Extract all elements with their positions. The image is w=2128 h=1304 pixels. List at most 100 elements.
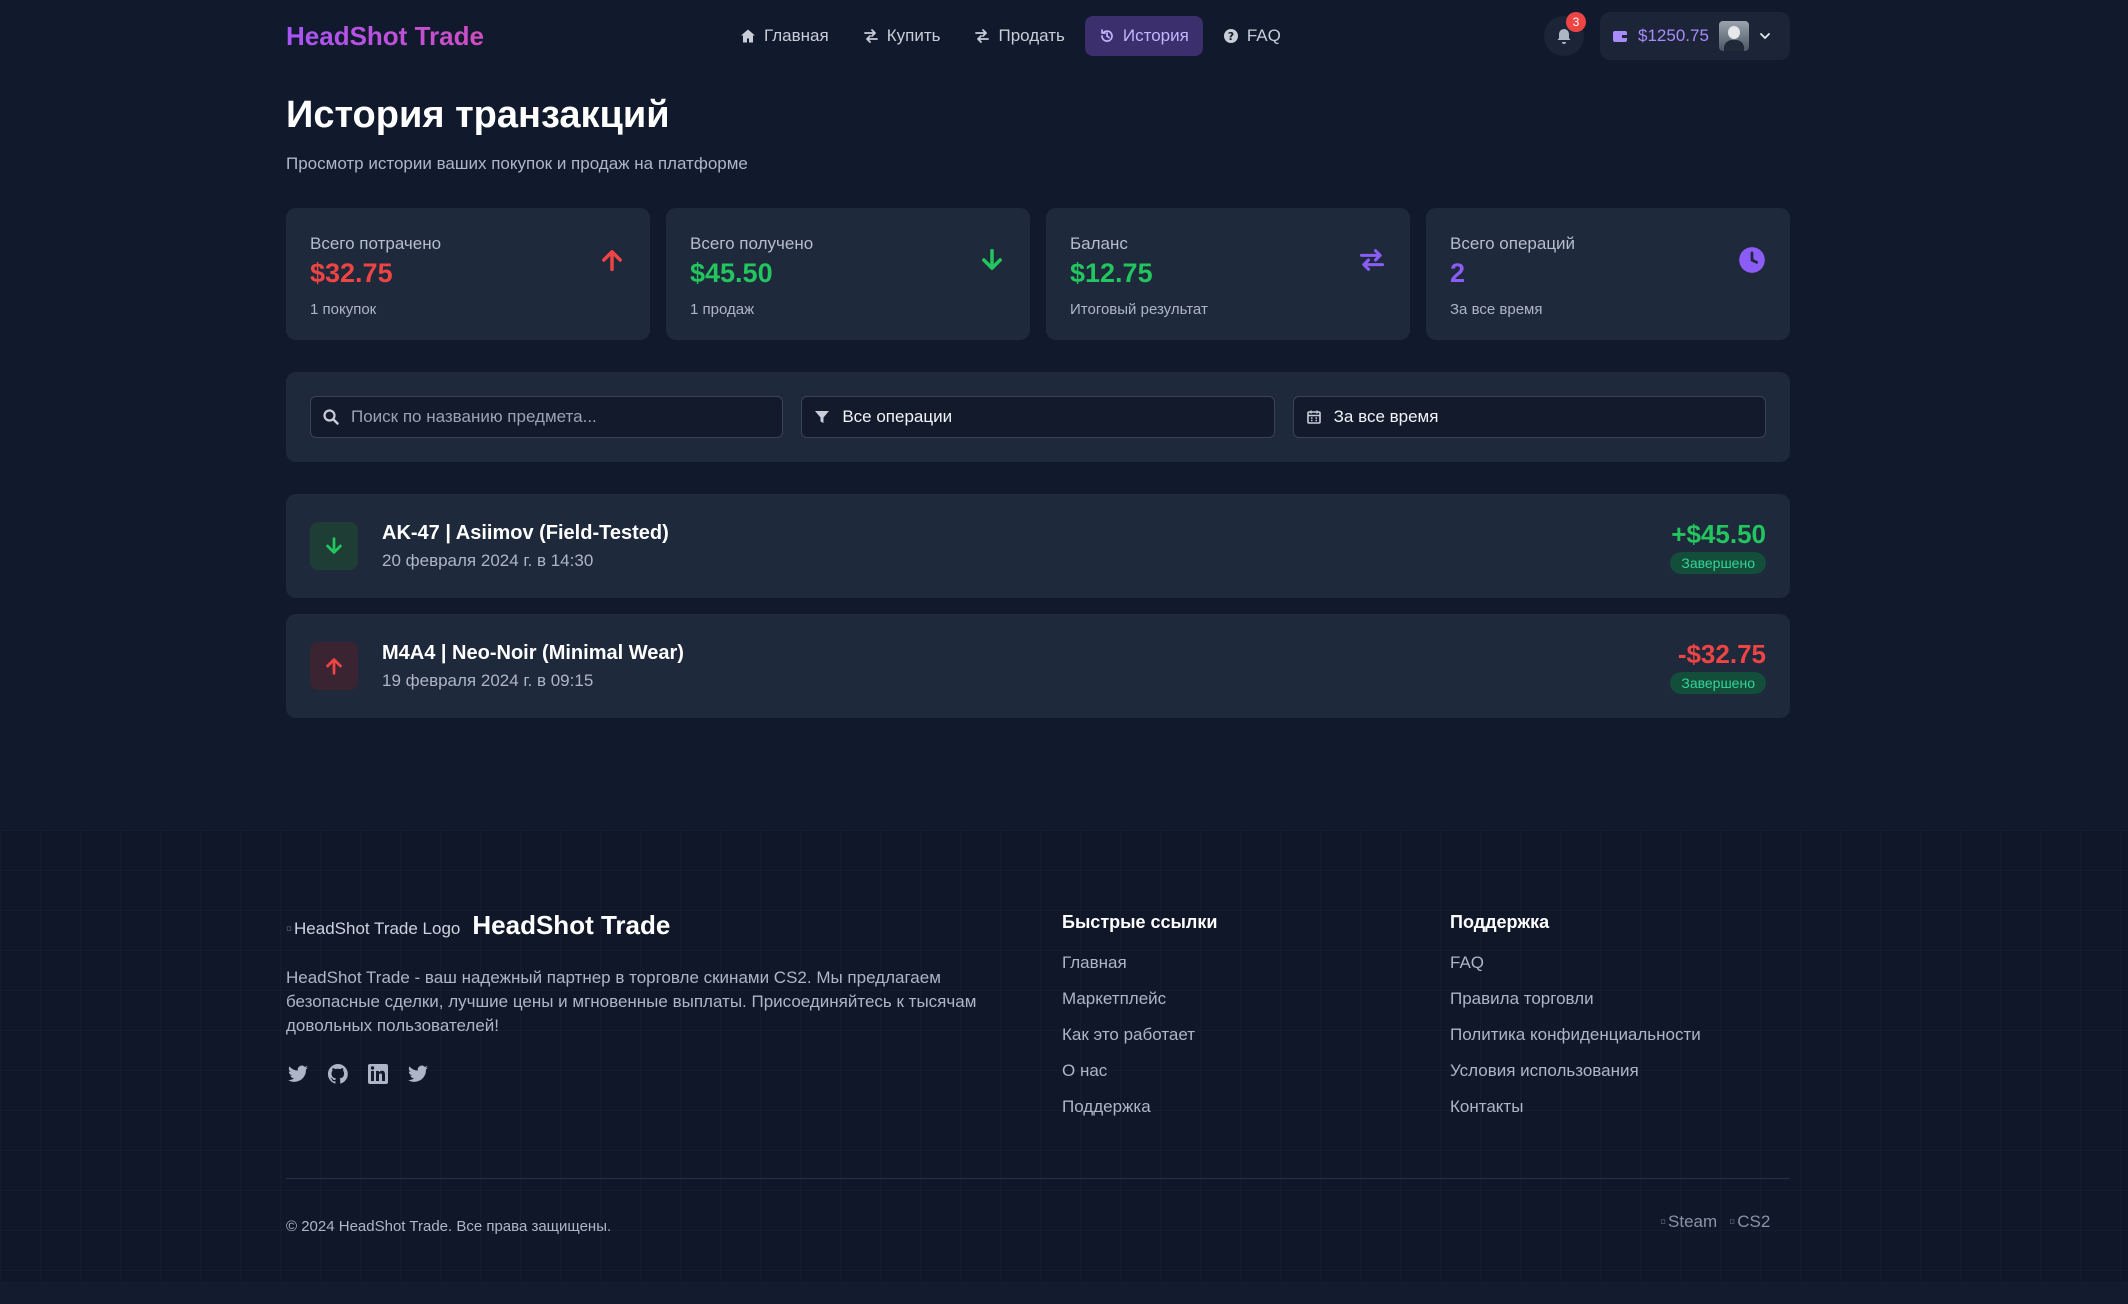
operation-type-select[interactable]: Все операции (801, 396, 1275, 438)
stat-value: $12.75 (1070, 258, 1153, 288)
clock-icon (1739, 247, 1765, 273)
stat-sub: 1 продаж (690, 301, 755, 318)
stat-card-operations: Всего операций 2 За все время (1426, 208, 1790, 340)
stat-sub: За все время (1450, 301, 1543, 318)
operation-type-value: Все операции (842, 407, 953, 426)
footer-link-home[interactable]: Главная (1062, 953, 1217, 989)
stat-label: Всего получено (690, 234, 814, 253)
search-input[interactable]: Поиск по названию предмета... (310, 396, 784, 438)
footer-link-how-it-works[interactable]: Как это работает (1062, 1025, 1217, 1061)
wallet-balance: $1250.75 (1638, 26, 1709, 45)
stat-value: $45.50 (690, 258, 773, 288)
exchange-icon (975, 29, 990, 43)
github-icon[interactable] (326, 1062, 350, 1086)
transaction-date: 19 февраля 2024 г. в 09:15 (382, 670, 594, 690)
period-select[interactable]: За все время (1292, 396, 1766, 438)
stat-card-received: Всего получено $45.50 1 продаж (666, 208, 1030, 340)
item-name: M4A4 | Neo-Noir (Minimal Wear) (382, 641, 684, 664)
twitter-icon[interactable] (286, 1062, 310, 1086)
footer-link-faq[interactable]: FAQ (1450, 953, 1701, 989)
nav-faq-label: FAQ (1246, 26, 1281, 45)
nav-faq[interactable]: ? FAQ (1209, 16, 1295, 56)
partner-logos: Steam CS2 (1660, 1212, 1770, 1232)
linkedin-icon[interactable] (366, 1062, 390, 1086)
period-value: За все время (1333, 407, 1439, 426)
history-icon (1101, 29, 1113, 42)
page-subtitle: Просмотр истории ваших покупок и продаж … (286, 154, 748, 173)
footer-link-marketplace[interactable]: Маркетплейс (1062, 989, 1217, 1025)
footer-logo-image: HeadShot Trade Logo (286, 919, 460, 939)
user-avatar[interactable] (1718, 21, 1749, 51)
transaction-info: AK-47 | Asiimov (Field-Tested) 20 феврал… (382, 522, 669, 571)
stat-card-spent: Всего потрачено $32.75 1 покупок (286, 208, 650, 340)
nav-buy[interactable]: Купить (849, 16, 955, 56)
wallet-icon (1613, 31, 1627, 42)
arrow-up-icon (602, 250, 622, 272)
purchase-indicator (310, 642, 358, 690)
calendar-icon (1306, 410, 1321, 424)
footer-link-privacy[interactable]: Политика конфиденциальности (1450, 1025, 1701, 1061)
transaction-amount: +$45.50 (1671, 518, 1766, 549)
quick-links-title: Быстрые ссылки (1062, 912, 1218, 932)
social-links (286, 1062, 430, 1086)
stat-value: $32.75 (310, 258, 393, 288)
arrow-up-icon (326, 658, 342, 675)
transaction-date: 20 февраля 2024 г. в 14:30 (382, 550, 594, 570)
footer-brand-name: HeadShot Trade (472, 910, 671, 940)
chevron-down-icon[interactable] (1759, 30, 1771, 42)
footer-brand: HeadShot Trade Logo HeadShot Trade (286, 910, 670, 941)
nav-buy-label: Купить (886, 26, 941, 45)
main-nav: Главная Купить Продать История ? FAQ (726, 16, 1295, 56)
svg-text:?: ? (1228, 30, 1234, 43)
top-navbar: HeadShot Trade Главная Купить Продать Ис… (286, 0, 1790, 72)
nav-sell-label: Продать (998, 26, 1065, 45)
stat-sub: Итоговый результат (1070, 301, 1208, 318)
transaction-summary: -$32.75 Завершено (1670, 639, 1766, 694)
sale-indicator (310, 522, 358, 570)
nav-home-label: Главная (764, 26, 829, 45)
nav-history[interactable]: История (1084, 16, 1203, 56)
exchange-icon (863, 29, 878, 43)
stats-row: Всего потрачено $32.75 1 покупок Всего п… (286, 208, 1790, 340)
arrow-down-icon (326, 537, 342, 554)
home-icon (741, 29, 755, 43)
transaction-row[interactable]: M4A4 | Neo-Noir (Minimal Wear) 19 феврал… (286, 614, 1790, 718)
transaction-summary: +$45.50 Завершено (1670, 519, 1766, 574)
stat-label: Всего операций (1450, 234, 1576, 253)
wallet-dropdown[interactable]: $1250.75 (1600, 12, 1790, 60)
transaction-row[interactable]: AK-47 | Asiimov (Field-Tested) 20 феврал… (286, 494, 1790, 598)
footer-link-terms[interactable]: Условия использования (1450, 1061, 1701, 1097)
twitter-icon[interactable] (406, 1062, 430, 1086)
support-title: Поддержка (1450, 912, 1550, 932)
nav-history-label: История (1122, 26, 1189, 45)
nav-home[interactable]: Главная (726, 16, 843, 56)
notification-count-badge: 3 (1566, 12, 1586, 32)
footer-link-support[interactable]: Поддержка (1062, 1097, 1217, 1133)
stat-label: Всего потрачено (310, 234, 442, 253)
exchange-icon (1359, 249, 1385, 271)
notifications-button[interactable]: 3 (1544, 12, 1586, 56)
page-title: История транзакций (286, 94, 670, 136)
footer-description: HeadShot Trade - ваш надежный партнер в … (286, 968, 977, 1035)
status-badge: Завершено (1670, 671, 1766, 694)
footer-link-contacts[interactable]: Контакты (1450, 1097, 1701, 1133)
footer-link-about[interactable]: О нас (1062, 1061, 1217, 1097)
status-badge: Завершено (1670, 551, 1766, 574)
item-name: AK-47 | Asiimov (Field-Tested) (382, 521, 669, 544)
filter-icon (815, 411, 830, 423)
footer-bottom-strip (0, 1282, 2128, 1304)
stat-sub: 1 покупок (310, 301, 377, 318)
search-placeholder: Поиск по названию предмета... (351, 407, 597, 426)
stat-label: Баланс (1070, 234, 1128, 253)
steam-logo: Steam (1660, 1212, 1717, 1232)
stat-value: 2 (1450, 258, 1466, 288)
brand-logo[interactable]: HeadShot Trade (286, 21, 626, 52)
arrow-down-icon (982, 248, 1002, 270)
footer-link-trading-rules[interactable]: Правила торговли (1450, 989, 1701, 1025)
question-circle-icon: ? (1223, 29, 1238, 43)
transaction-info: M4A4 | Neo-Noir (Minimal Wear) 19 феврал… (382, 642, 684, 691)
quick-links-column: Быстрые ссылки Главная Маркетплейс Как э… (1062, 912, 1217, 1133)
copyright: © 2024 HeadShot Trade. Все права защищен… (286, 1218, 612, 1235)
transaction-amount: -$32.75 (1677, 638, 1766, 669)
nav-sell[interactable]: Продать (960, 16, 1078, 56)
